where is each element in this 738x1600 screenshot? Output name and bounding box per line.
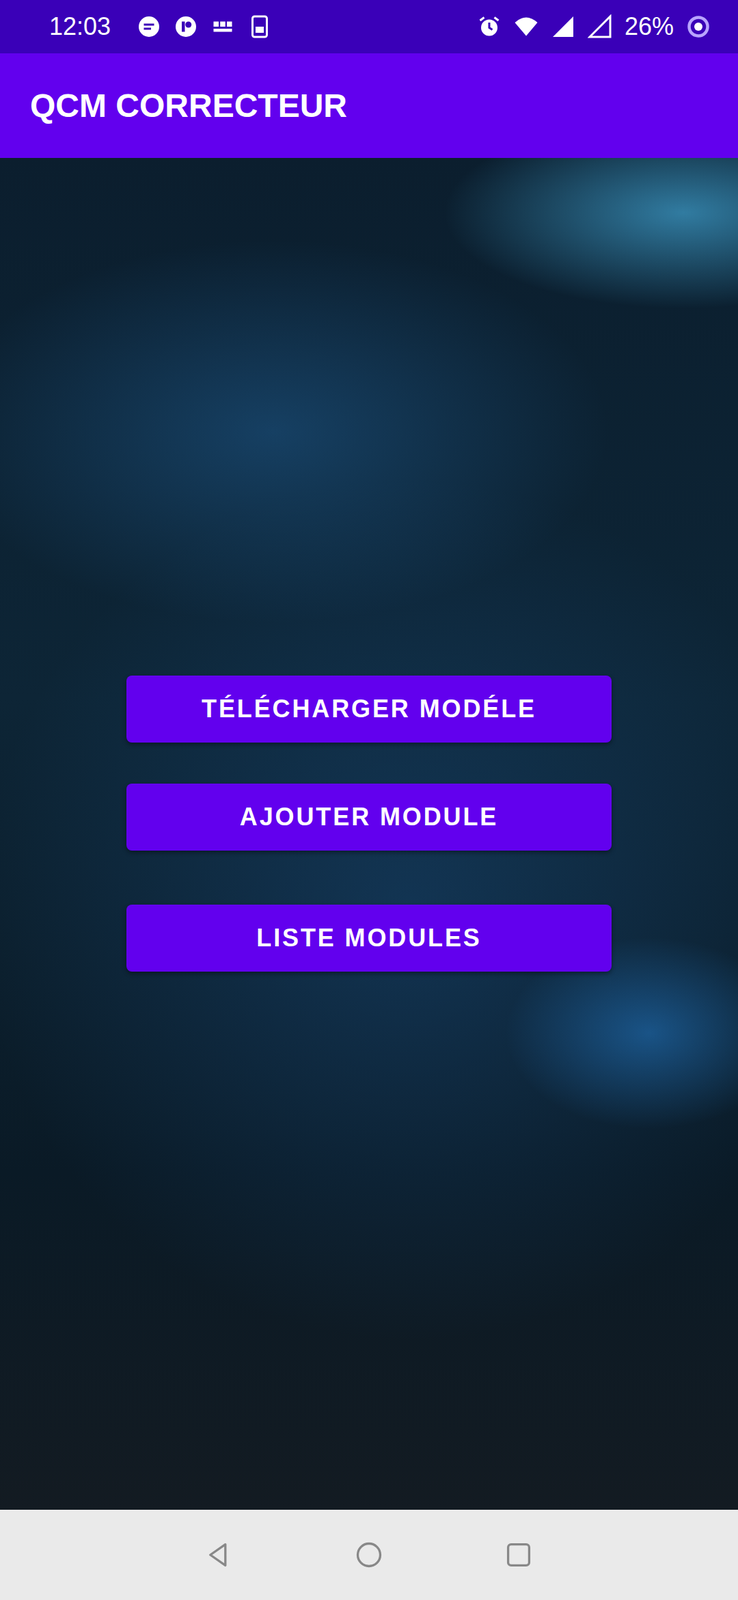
app-notification-icon — [173, 14, 199, 39]
back-icon[interactable] — [204, 1538, 235, 1569]
app-bar: QCM CORRECTEUR — [0, 53, 738, 158]
menu-button[interactable]: AJOUTER MODULE — [126, 783, 612, 851]
news-icon — [210, 14, 236, 39]
home-icon[interactable] — [353, 1538, 385, 1569]
signal-icon — [587, 14, 613, 39]
background-image: TÉLÉCHARGER MODÉLE AJOUTER MODULE LISTE MO… — [0, 157, 738, 1509]
message-icon — [136, 14, 162, 39]
menu-button[interactable]: TÉLÉCHARGER MODÉLE — [126, 675, 612, 743]
phone-screen: 12:03 26% QCM CORRECTEUR TÉLÉCHARGER MODÉLE… — [0, 0, 738, 1599]
status-time: 12:03 — [49, 12, 111, 41]
app-title: QCM CORRECTEUR — [30, 86, 348, 125]
wifi-icon — [513, 14, 539, 39]
navigation-bar — [0, 1508, 738, 1599]
button-list: TÉLÉCHARGER MODÉLE AJOUTER MODULE LISTE MO… — [126, 675, 612, 972]
battery-level: 26% — [624, 12, 674, 41]
recents-icon[interactable] — [503, 1538, 534, 1569]
alarm-icon — [476, 14, 502, 39]
status-bar: 12:03 26% — [0, 0, 738, 54]
signal-icon — [550, 14, 576, 39]
menu-button[interactable]: LISTE MODULES — [126, 904, 612, 972]
battery-icon — [686, 14, 711, 39]
document-icon — [247, 14, 272, 39]
